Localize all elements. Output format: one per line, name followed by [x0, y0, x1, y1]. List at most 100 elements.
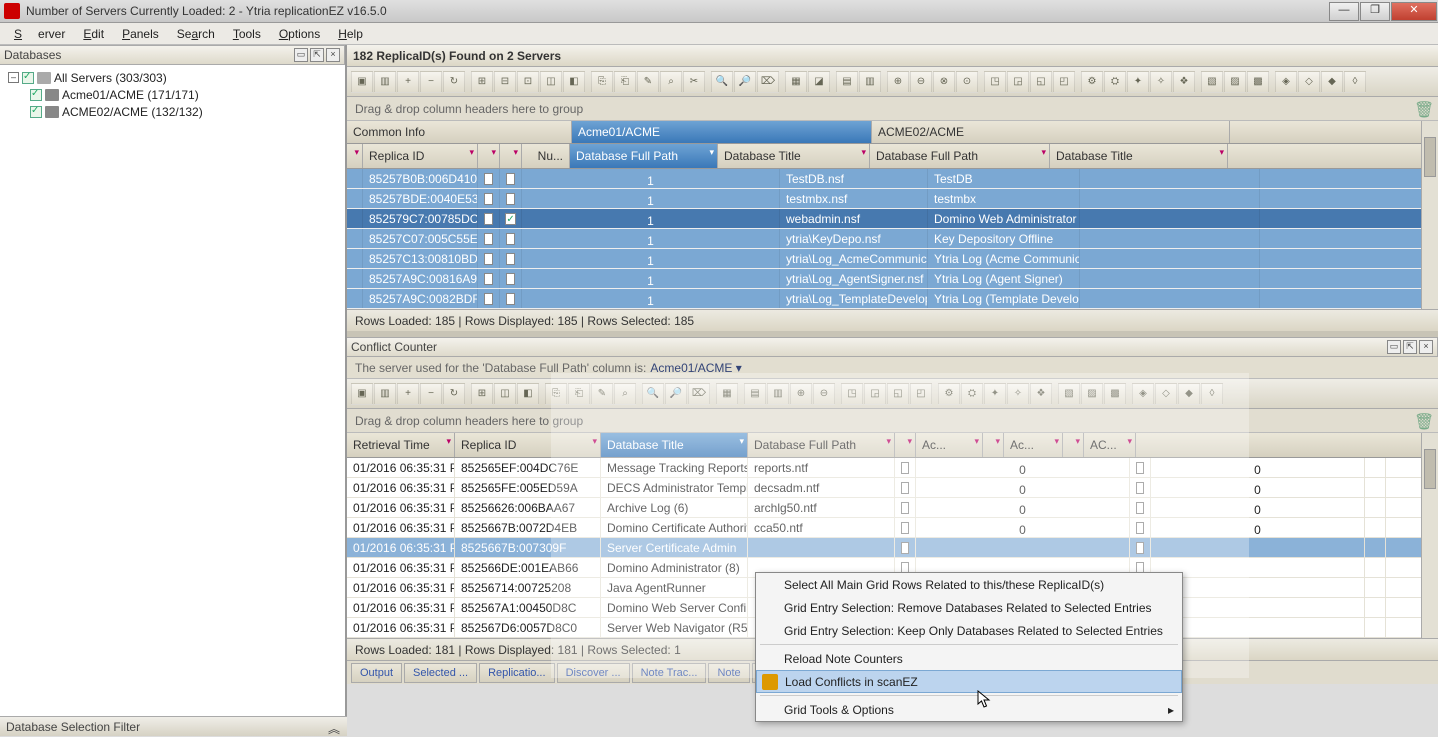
toolbar-button[interactable]: ⌦: [757, 71, 779, 93]
toolbar-button[interactable]: ◰: [910, 383, 932, 405]
toolbar-button[interactable]: ◳: [841, 383, 863, 405]
toolbar-button[interactable]: +: [397, 383, 419, 405]
toolbar-button[interactable]: ▣: [351, 71, 373, 93]
toolbar-button[interactable]: ⊡: [517, 71, 539, 93]
menu-help[interactable]: Help: [330, 25, 371, 43]
toolbar-button[interactable]: ⎗: [568, 383, 590, 405]
cc-group-bar[interactable]: Drag & drop column headers here to group…: [347, 409, 1438, 433]
trash-icon[interactable]: 🗑: [1414, 412, 1432, 430]
col-replica-id[interactable]: Replica ID▾: [363, 144, 478, 168]
col-nu[interactable]: Nu...: [522, 144, 570, 168]
toolbar-button[interactable]: ◧: [517, 383, 539, 405]
table-row[interactable]: 85257A9C:0082BDFF1ytria\Log_TemplateDeve…: [347, 289, 1438, 309]
toolbar-button[interactable]: ◈: [1132, 383, 1154, 405]
panel-close-button[interactable]: ×: [326, 48, 340, 62]
panel-pin-button[interactable]: ⇱: [310, 48, 324, 62]
toolbar-button[interactable]: ▦: [785, 71, 807, 93]
toolbar-button[interactable]: 🔎: [734, 71, 756, 93]
toolbar-button[interactable]: −: [420, 383, 442, 405]
toolbar-button[interactable]: ⊖: [910, 71, 932, 93]
col-chk1[interactable]: ▾: [478, 144, 500, 168]
server-used-value[interactable]: Acme01/ACME ▾: [650, 361, 741, 375]
toolbar-button[interactable]: ▨: [1224, 71, 1246, 93]
tree-checkbox[interactable]: [22, 72, 34, 84]
top-grid-group-bar[interactable]: Drag & drop column headers here to group…: [347, 97, 1438, 121]
toolbar-button[interactable]: ◆: [1321, 71, 1343, 93]
bottom-tab[interactable]: Note Trac...: [632, 663, 707, 683]
col-ac1[interactable]: Ac...▾: [916, 433, 983, 457]
toolbar-button[interactable]: ◊: [1201, 383, 1223, 405]
tree-checkbox[interactable]: [30, 89, 42, 101]
toolbar-button[interactable]: ↻: [443, 383, 465, 405]
col-ac3[interactable]: AC...▾: [1084, 433, 1136, 457]
col-database-full-path[interactable]: Database Full Path▾: [748, 433, 895, 457]
toolbar-button[interactable]: ⊞: [471, 383, 493, 405]
table-row[interactable]: 01/2016 06:35:31 PM8525667B:007309FServe…: [347, 538, 1438, 558]
table-row[interactable]: 01/2016 06:35:31 PM852565FE:005ED59ADECS…: [347, 478, 1438, 498]
minimize-button[interactable]: —: [1329, 2, 1359, 21]
toolbar-button[interactable]: ▥: [374, 383, 396, 405]
tree-node[interactable]: ACME02/ACME (132/132): [2, 103, 343, 120]
toolbar-button[interactable]: ⌦: [688, 383, 710, 405]
panel-pin-button[interactable]: ⇱: [1403, 340, 1417, 354]
toolbar-button[interactable]: ⎘: [545, 383, 567, 405]
col-chk3[interactable]: ▾: [1063, 433, 1084, 457]
ctx-reload-note-counters[interactable]: Reload Note Counters: [756, 647, 1182, 670]
toolbar-button[interactable]: −: [420, 71, 442, 93]
toolbar-button[interactable]: ↻: [443, 71, 465, 93]
toolbar-button[interactable]: ⊗: [933, 71, 955, 93]
col-ac2[interactable]: Ac...▾: [1004, 433, 1063, 457]
toolbar-button[interactable]: ⊖: [813, 383, 835, 405]
toolbar-button[interactable]: ✎: [637, 71, 659, 93]
chevron-up-icon[interactable]: ︽: [327, 720, 341, 734]
toolbar-button[interactable]: ▧: [1201, 71, 1223, 93]
toolbar-button[interactable]: 🔍: [642, 383, 664, 405]
toolbar-button[interactable]: ▤: [836, 71, 858, 93]
toolbar-button[interactable]: ⛭: [1104, 71, 1126, 93]
toolbar-button[interactable]: ◇: [1298, 71, 1320, 93]
toolbar-button[interactable]: ⎘: [591, 71, 613, 93]
toolbar-button[interactable]: ▦: [716, 383, 738, 405]
toolbar-button[interactable]: ◫: [540, 71, 562, 93]
toolbar-button[interactable]: ◲: [1007, 71, 1029, 93]
col-dt1[interactable]: Database Title▾: [718, 144, 870, 168]
toolbar-button[interactable]: ⎗: [614, 71, 636, 93]
menu-server[interactable]: Server: [6, 25, 73, 43]
menu-panels[interactable]: Panels: [114, 25, 167, 43]
toolbar-button[interactable]: ⊟: [494, 71, 516, 93]
toolbar-button[interactable]: ◊: [1344, 71, 1366, 93]
col-chk[interactable]: ▾: [895, 433, 916, 457]
toolbar-button[interactable]: ⊕: [790, 383, 812, 405]
group-header-common[interactable]: Common Info: [347, 121, 572, 143]
table-row[interactable]: 852579C7:00785DC01webadmin.nsfDomino Web…: [347, 209, 1438, 229]
vertical-scrollbar[interactable]: [1421, 121, 1438, 309]
toolbar-button[interactable]: ▩: [1104, 383, 1126, 405]
restore-button[interactable]: ❐: [1360, 2, 1390, 21]
toolbar-button[interactable]: ◪: [808, 71, 830, 93]
ctx-load-conflicts-scanez[interactable]: Load Conflicts in scanEZ: [756, 670, 1182, 693]
toolbar-button[interactable]: ✧: [1007, 383, 1029, 405]
menu-edit[interactable]: Edit: [75, 25, 112, 43]
col-dfp1[interactable]: Database Full Path▾: [570, 144, 718, 168]
toolbar-button[interactable]: ▩: [1247, 71, 1269, 93]
toolbar-button[interactable]: ⊞: [471, 71, 493, 93]
toolbar-button[interactable]: ❖: [1030, 383, 1052, 405]
table-row[interactable]: 01/2016 06:35:31 PM85256626:006BAA67Arch…: [347, 498, 1438, 518]
menu-tools[interactable]: Tools: [225, 25, 269, 43]
toolbar-button[interactable]: ▤: [744, 383, 766, 405]
ctx-remove-related[interactable]: Grid Entry Selection: Remove Databases R…: [756, 596, 1182, 619]
tree-checkbox[interactable]: [30, 106, 42, 118]
toolbar-button[interactable]: ❖: [1173, 71, 1195, 93]
table-row[interactable]: 85257C07:005C55E01ytria\KeyDepo.nsfKey D…: [347, 229, 1438, 249]
toolbar-button[interactable]: ◳: [984, 71, 1006, 93]
toolbar-button[interactable]: ⌕: [614, 383, 636, 405]
tree-root[interactable]: – All Servers (303/303): [2, 69, 343, 86]
col-dt2[interactable]: Database Title▾: [1050, 144, 1228, 168]
toolbar-button[interactable]: ▨: [1081, 383, 1103, 405]
toolbar-button[interactable]: ◈: [1275, 71, 1297, 93]
ctx-grid-tools-options[interactable]: Grid Tools & Options▸: [756, 698, 1182, 721]
toolbar-button[interactable]: ◲: [864, 383, 886, 405]
toolbar-button[interactable]: ✎: [591, 383, 613, 405]
toolbar-button[interactable]: ⊕: [887, 71, 909, 93]
toolbar-button[interactable]: ▧: [1058, 383, 1080, 405]
